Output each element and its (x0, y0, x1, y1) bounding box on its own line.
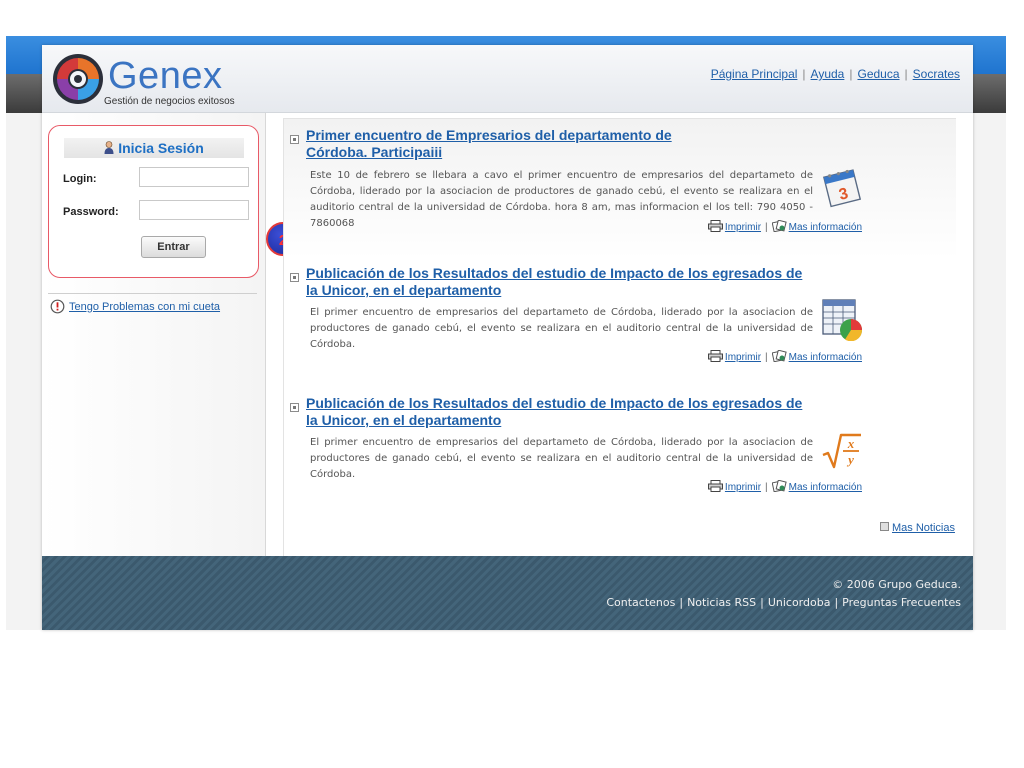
login-label: Login: (63, 173, 97, 185)
news-title[interactable]: Publicación de los Resultados del estudi… (306, 395, 816, 429)
help-link-row: Tengo Problemas con mi cueta (50, 299, 220, 314)
expand-icon[interactable] (290, 135, 299, 144)
news-actions: Imprimir | Mas información (662, 220, 862, 233)
info-pages-icon (771, 220, 787, 232)
printer-icon (707, 220, 723, 232)
svg-text:y: y (846, 452, 854, 467)
nav-separator: | (849, 67, 853, 81)
bullet-square-icon (880, 522, 889, 531)
info-pages-icon (771, 350, 787, 362)
printer-icon (707, 480, 723, 492)
password-label: Password: (63, 206, 119, 218)
login-input[interactable] (139, 167, 249, 187)
square-root-icon: x y (822, 433, 861, 469)
printer-icon (707, 350, 723, 362)
account-problems-link[interactable]: Tengo Problemas con mi cueta (69, 301, 220, 313)
expand-icon[interactable] (290, 403, 299, 412)
site-header: Genex Gestión de negocios exitosos Págin… (42, 45, 973, 113)
print-link[interactable]: Imprimir (725, 352, 761, 363)
print-link[interactable]: Imprimir (725, 482, 761, 493)
info-pages-icon (771, 480, 787, 492)
more-info-link[interactable]: Mas información (789, 352, 862, 363)
nav-pagina-principal[interactable]: Página Principal (711, 67, 798, 81)
print-link[interactable]: Imprimir (725, 222, 761, 233)
news-title[interactable]: Primer encuentro de Empresarios del depa… (306, 127, 736, 161)
brand-name[interactable]: Genex (108, 53, 222, 99)
nav-ayuda[interactable]: Ayuda (811, 67, 845, 81)
nav-separator: | (802, 67, 806, 81)
left-sidebar: Inicia Sesión Login: Password: Entrar Te… (42, 113, 266, 556)
news-description: El primer encuentro de empresarios del d… (310, 437, 813, 480)
news-title[interactable]: Publicación de los Resultados del estudi… (306, 265, 816, 299)
more-news-link[interactable]: Mas Noticias (892, 522, 955, 534)
spreadsheet-chart-icon (822, 299, 863, 341)
footer-preguntas-frecuentes[interactable]: Preguntas Frecuentes (842, 596, 961, 609)
news-actions: Imprimir | Mas información (662, 480, 862, 493)
site-footer: © 2006 Grupo Geduca. Contactenos | Noticia… (42, 556, 973, 630)
genex-swirl-logo[interactable] (52, 53, 104, 105)
expand-icon[interactable] (290, 273, 299, 282)
copyright: © 2006 Grupo Geduca. (832, 578, 961, 591)
nav-separator: | (904, 67, 908, 81)
divider (48, 293, 257, 294)
brand-tagline: Gestión de negocios exitosos (104, 96, 235, 107)
entrar-button[interactable]: Entrar (141, 236, 206, 258)
svg-text:x: x (847, 436, 855, 451)
user-icon (104, 141, 114, 154)
footer-unicordoba[interactable]: Unicordoba (768, 596, 831, 609)
page-container: Genex Gestión de negocios exitosos Págin… (42, 45, 973, 630)
more-info-link[interactable]: Mas información (789, 482, 862, 493)
news-description: El primer encuentro de empresarios del d… (310, 307, 813, 350)
calendar-icon: 3 (822, 169, 862, 208)
footer-contactenos[interactable]: Contactenos (606, 596, 675, 609)
news-panel: Primer encuentro de Empresarios del depa… (283, 118, 956, 557)
warning-icon (50, 299, 65, 314)
password-input[interactable] (139, 200, 249, 220)
login-title: Inicia Sesión (64, 138, 244, 158)
nav-socrates[interactable]: Socrates (913, 67, 960, 81)
footer-noticias-rss[interactable]: Noticias RSS (687, 596, 756, 609)
footer-links: Contactenos | Noticias RSS | Unicordoba | Preg… (606, 596, 961, 609)
login-title-text: Inicia Sesión (118, 140, 204, 156)
nav-geduca[interactable]: Geduca (857, 67, 899, 81)
top-navigation: Página Principal | Ayuda | Geduca | Socrates (711, 67, 960, 81)
news-actions: Imprimir | Mas información (662, 350, 862, 363)
more-info-link[interactable]: Mas información (789, 222, 862, 233)
login-panel: Inicia Sesión Login: Password: Entrar (48, 125, 259, 278)
more-news: Mas Noticias (880, 522, 955, 534)
